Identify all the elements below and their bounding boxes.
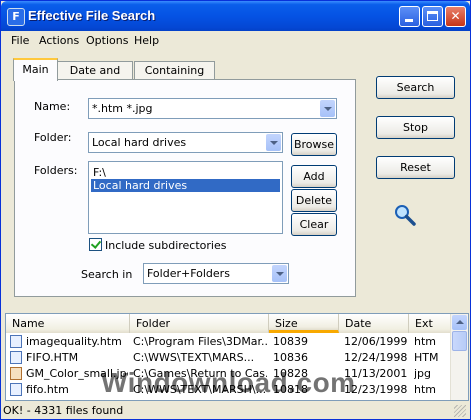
search-in-combo[interactable]: Folder+Folders <box>143 263 289 284</box>
browse-button[interactable]: Browse <box>291 133 337 156</box>
list-item[interactable]: F:\ <box>91 166 280 179</box>
name-value: *.htm *.jpg <box>92 102 153 115</box>
column-header-date[interactable]: Date <box>339 314 409 333</box>
folder-label: Folder: <box>34 131 72 144</box>
close-icon: ✕ <box>450 9 461 23</box>
scroll-up-icon[interactable] <box>452 315 467 330</box>
cell-size: 10818 <box>273 383 308 396</box>
add-button[interactable]: Add <box>291 165 337 188</box>
delete-button[interactable]: Delete <box>291 189 337 212</box>
name-label: Name: <box>34 100 71 113</box>
include-subdirectories-checkbox[interactable] <box>89 238 102 251</box>
table-row[interactable]: fifo.htm C:\WWS\TEXT\MARSH\... 10818 12/… <box>6 382 452 397</box>
search-in-label: Search in <box>81 268 133 281</box>
cell-date: 11/13/2001 <box>344 367 408 380</box>
app-window: F Effective File Search ✕ File Actions O… <box>0 0 471 420</box>
cell-size: 10836 <box>273 351 308 364</box>
minimize-button[interactable] <box>399 6 420 27</box>
folder-value: Local hard drives <box>92 136 187 149</box>
cell-name: imagequality.htm <box>26 335 122 348</box>
name-combo[interactable]: *.htm *.jpg <box>88 98 337 119</box>
cell-date: 12/24/1998 <box>344 351 408 364</box>
tab-main[interactable]: Main <box>13 58 58 81</box>
search-button[interactable]: Search <box>376 76 455 99</box>
table-row[interactable]: FIFO.HTM C:\WWS\TEXT\MARS... 10836 12/24… <box>6 350 452 365</box>
image-file-icon <box>10 367 22 380</box>
status-bar: OK! - 4331 files found <box>3 404 124 417</box>
cell-date: 12/06/1999 <box>344 335 408 348</box>
results-list[interactable]: Name Folder Size Date Ext imagequality.h… <box>5 313 469 401</box>
magnifier-icon <box>395 205 416 226</box>
html-file-icon <box>10 335 22 348</box>
menu-file[interactable]: File <box>11 34 29 47</box>
app-icon: F <box>7 8 25 26</box>
html-file-icon <box>10 351 22 364</box>
chevron-down-icon[interactable] <box>320 100 335 117</box>
reset-button[interactable]: Reset <box>376 156 455 179</box>
maximize-icon <box>427 11 438 21</box>
cell-name: fifo.htm <box>26 383 69 396</box>
column-header-folder[interactable]: Folder <box>130 314 269 333</box>
cell-folder: C:\WWS\TEXT\MARSH\... <box>133 383 267 396</box>
minimize-icon <box>405 19 413 22</box>
results-scrollbar[interactable] <box>450 314 468 400</box>
cell-ext: HTM <box>414 351 439 364</box>
chevron-down-icon[interactable] <box>266 134 281 151</box>
tab-containing-text[interactable]: Containing text <box>134 61 215 94</box>
cell-name: GM_Color_small.jpg <box>26 367 128 380</box>
maximize-button[interactable] <box>422 6 443 27</box>
column-header-name[interactable]: Name <box>6 314 130 333</box>
list-item-selected[interactable]: Local hard drives <box>91 179 280 192</box>
search-in-value: Folder+Folders <box>147 267 230 280</box>
menu-options[interactable]: Options <box>86 34 128 47</box>
cell-size: 10828 <box>273 367 308 380</box>
include-subdirectories-label: Include subdirectories <box>105 239 227 252</box>
title-bar[interactable]: F Effective File Search ✕ <box>1 1 470 31</box>
window-title: Effective File Search <box>28 8 156 23</box>
cell-ext: htm <box>414 335 436 348</box>
cell-name: FIFO.HTM <box>26 351 79 364</box>
scroll-thumb[interactable] <box>452 331 467 351</box>
html-file-icon <box>10 383 22 396</box>
resize-grip-icon[interactable] <box>454 405 466 417</box>
folder-combo[interactable]: Local hard drives <box>88 132 283 153</box>
column-header-ext[interactable]: Ext <box>409 314 452 333</box>
cell-folder: C:\Program Files\3DMar... <box>133 335 267 348</box>
cell-ext: jpg <box>414 367 432 380</box>
tab-date-and-size[interactable]: Date and size <box>57 61 133 94</box>
cell-size: 10839 <box>273 335 308 348</box>
table-row[interactable]: GM_Color_small.jpg C:\Games\Return to Ca… <box>6 366 452 381</box>
cell-folder: C:\WWS\TEXT\MARS... <box>133 351 255 364</box>
menu-help[interactable]: Help <box>134 34 159 47</box>
cell-folder: C:\Games\Return to Cas... <box>133 367 267 380</box>
folders-listbox[interactable]: F:\ Local hard drives <box>88 161 283 234</box>
chevron-down-icon[interactable] <box>272 265 287 282</box>
clear-button[interactable]: Clear <box>291 213 337 236</box>
cell-date: 12/23/1998 <box>344 383 408 396</box>
close-button[interactable]: ✕ <box>445 6 466 27</box>
table-row[interactable]: imagequality.htm C:\Program Files\3DMar.… <box>6 334 452 349</box>
menu-actions[interactable]: Actions <box>39 34 79 47</box>
stop-button[interactable]: Stop <box>376 116 455 139</box>
cell-ext: htm <box>414 383 436 396</box>
folders-label: Folders: <box>34 164 78 177</box>
column-header-size[interactable]: Size <box>269 314 339 333</box>
